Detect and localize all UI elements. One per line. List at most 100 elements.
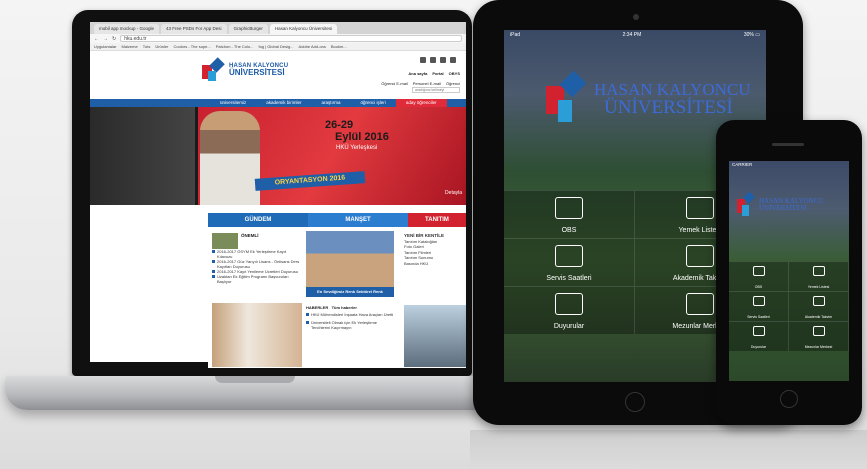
toplink-student-mail[interactable]: Öğrenci E-mail (381, 81, 407, 86)
speaker-icon (772, 143, 804, 146)
gundem-column: ÖNEMLİ 2016-2017 ÖSYM Ek Yerleştirme Kay… (212, 233, 302, 284)
hero-date-days: 26-29 (325, 119, 354, 131)
browser-tabbar: mobil app mockup - Google 43 Free PSDs F… (90, 22, 466, 34)
tile-obs[interactable]: OBS (729, 261, 789, 291)
site-search-input[interactable]: aradığınız kelimeyi (412, 87, 460, 93)
calendar-icon (812, 296, 825, 306)
reload-icon[interactable]: ↻ (112, 36, 116, 42)
university-logo-icon (542, 70, 590, 128)
tile-menu[interactable]: Yemek Listesi (789, 261, 849, 291)
bookmarks-bar: Uygulamalar Malzeme Tuts Ürünler Coolors… (90, 43, 466, 51)
tile-obs[interactable]: OBS (504, 190, 635, 238)
bookmark-item[interactable]: Malzeme (121, 43, 137, 50)
bookmark-item[interactable]: Patchon - The Colo... (216, 43, 254, 50)
list-item[interactable]: 2016-2017 Güz Yarıyılı Lisans - Önlisans… (212, 259, 302, 269)
university-logo-icon (735, 191, 757, 219)
tablet-brand-text: HASAN KALYONCU ÜNİVERSİTESİ (594, 81, 751, 117)
home-button[interactable] (625, 392, 645, 412)
tile-label: Servis Saatleri (546, 275, 592, 282)
list-item[interactable]: 2016-2017 ÖSYM Ek Yerleştirme Kayıt Kıla… (212, 249, 302, 259)
bookmark-item[interactable]: fog | Global Desig... (258, 43, 293, 50)
bookmark-item[interactable]: Adobe Add-ons (299, 43, 326, 50)
site-logo[interactable]: HASAN KALYONCU ÜNİVERSİTESİ (200, 57, 288, 83)
news-item[interactable]: Üniversiteli Olmak için Ek Yerleştirme T… (306, 320, 394, 330)
nav-item-academic[interactable]: akademik birimler (256, 99, 311, 107)
megaphone-icon (555, 293, 583, 315)
food-cloche-icon (686, 197, 714, 219)
nav-item-candidates[interactable]: aday öğrenciler (395, 99, 447, 107)
laptop-base (5, 376, 505, 410)
bookmark-item[interactable]: Uygulamalar (94, 43, 116, 50)
tile-alumni[interactable]: Mezunlar Merkezi (789, 321, 849, 351)
tile-announcements[interactable]: Duyurular (504, 286, 635, 334)
hero-date-month: Eylül 2016 (335, 131, 389, 143)
nav-item-research[interactable]: araştırma (312, 99, 351, 107)
bookmark-item[interactable]: Tuts (143, 43, 151, 50)
logo-text: HASAN KALYONCU ÜNİVERSİTESİ (229, 63, 288, 77)
hero-side-image (90, 107, 195, 205)
top-links-secondary: Öğrenci E-mail Personel E-mail Öğrenci (381, 81, 460, 86)
floor-reflection (470, 430, 867, 469)
back-icon[interactable]: ← (94, 36, 99, 42)
tile-announcements[interactable]: Duyurular (729, 321, 789, 351)
phone-status-bar: CARRIER (732, 162, 753, 167)
status-device: iPad (510, 32, 521, 38)
hero-person-image (200, 111, 260, 205)
tablet-brand: HASAN KALYONCU ÜNİVERSİTESİ (542, 70, 751, 128)
browser-tab[interactable]: GraphicBurger (228, 24, 268, 34)
brand-line2: ÜNİVERSİTESİ (759, 204, 807, 212)
bookmark-item[interactable]: Ürünler (155, 43, 168, 50)
calendar-icon (686, 245, 714, 267)
bookmark-item[interactable]: Coolors - The supe... (173, 43, 210, 50)
tile-shuttle[interactable]: Servis Saatleri (729, 291, 789, 321)
toplink-portal[interactable]: Portal (432, 71, 443, 76)
toplink-staff-mail[interactable]: Personel E-mail (413, 81, 441, 86)
gundem-thumb (212, 233, 238, 249)
tile-calendar[interactable]: Akademik Takvim (789, 291, 849, 321)
manset-caption[interactable]: En Sevdiğimiz Renk Sektörel Renk (306, 287, 394, 297)
hero-detail-link[interactable]: Detayla (445, 190, 462, 196)
toplink-student[interactable]: Öğrenci (446, 81, 460, 86)
list-item[interactable]: Uzaktan Ek Eğitim Programı Başvuruları B… (212, 274, 302, 284)
tab-manset[interactable]: MANŞET (308, 213, 408, 227)
list-item[interactable]: Basında HKÜ (404, 261, 464, 267)
browser-tab-active[interactable]: Hasan Kalyoncu Üniversitesi (269, 24, 338, 34)
tab-gundem[interactable]: GÜNDEM (208, 213, 308, 227)
address-bar: ← → ↻ hku.edu.tr (90, 34, 466, 43)
tablet-status-bar: iPad 2:34 PM 30% ▭ (504, 30, 766, 40)
graduation-cap-icon (752, 266, 765, 276)
browser-tab[interactable]: mobil app mockup - Google (94, 24, 160, 34)
browser-tab[interactable]: 43 Free PSDs For App Desi (161, 24, 227, 34)
facebook-icon[interactable] (420, 57, 426, 63)
tanitim-image (404, 305, 466, 367)
social-links (420, 57, 456, 63)
food-cloche-icon (812, 266, 825, 276)
tile-label: Mezunlar Merkezi (804, 345, 833, 349)
instagram-icon[interactable] (450, 57, 456, 63)
home-button[interactable] (780, 390, 798, 408)
tile-label: Akademik Takvim (804, 315, 833, 319)
content-area: ÖNEMLİ 2016-2017 ÖSYM Ek Yerleştirme Kay… (208, 227, 466, 368)
tab-tanitim[interactable]: TANITIM (408, 213, 466, 227)
tile-shuttle[interactable]: Servis Saatleri (504, 238, 635, 286)
hero-banner[interactable]: 26-29 Eylül 2016 HKÜ Yerleşkesi ORYANTAS… (90, 107, 466, 205)
url-input[interactable]: hku.edu.tr (120, 35, 462, 42)
status-battery: 30% ▭ (743, 32, 760, 38)
toplink-obys[interactable]: OBYS (449, 71, 460, 76)
news-box: HABERLER Tüm haberler HKÜ Mühendisleri İ… (306, 305, 394, 333)
all-news-link[interactable]: Tüm haberler (332, 305, 357, 310)
nav-item-university[interactable]: üniversitemiz (210, 99, 256, 107)
twitter-icon[interactable] (430, 57, 436, 63)
tile-label: OBS (754, 285, 763, 289)
camera-icon (633, 14, 639, 20)
youtube-icon[interactable] (440, 57, 446, 63)
site-header: HASAN KALYONCU ÜNİVERSİTESİ Ana sayfa Po… (90, 51, 466, 99)
manset-image[interactable] (306, 231, 394, 287)
toplink-home[interactable]: Ana sayfa (408, 71, 427, 76)
bookmark-item[interactable]: Bookm... (331, 43, 347, 50)
news-item[interactable]: HKÜ Mühendisleri İnşaata Hava Araçları Ü… (306, 312, 394, 317)
phone-screen: CARRIER HASAN KALYONCU ÜNİVERSİTESİ OBS … (729, 161, 849, 381)
brand-line1: HASAN KALYONCU (594, 80, 751, 99)
nav-item-student-affairs[interactable]: öğrenci işleri (351, 99, 396, 107)
forward-icon[interactable]: → (103, 36, 108, 42)
